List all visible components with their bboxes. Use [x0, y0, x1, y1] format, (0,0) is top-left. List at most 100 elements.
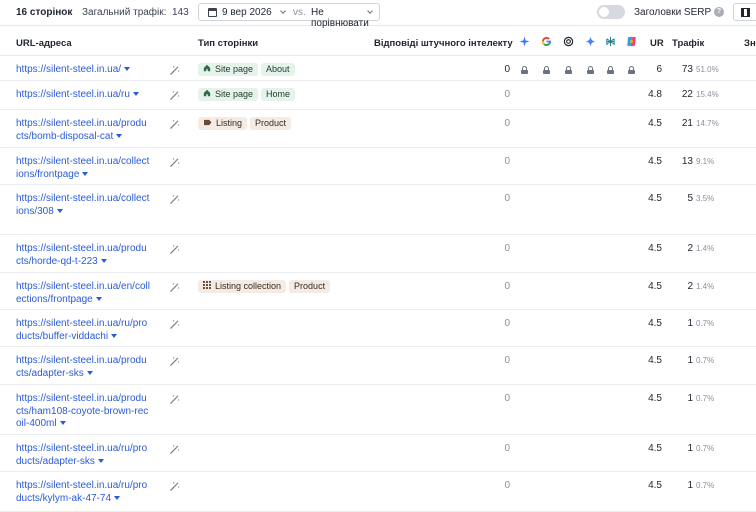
ai-answers-value: 0: [504, 89, 510, 100]
magic-wand-icon[interactable]: [169, 194, 180, 205]
url-link[interactable]: https://silent-steel.in.ua/ru/pro ducts/a…: [16, 443, 161, 468]
lock-icon[interactable]: [587, 66, 594, 74]
table-row: https://silent-steel.in.ua/ Site page Abo…: [0, 56, 756, 81]
ur-value: 4.8: [648, 89, 662, 100]
col-next-header[interactable]: Зн: [744, 38, 756, 49]
columns-button[interactable]: [733, 3, 756, 21]
ur-value: 4.5: [648, 243, 662, 254]
page-type-tag: Listing: [198, 117, 248, 130]
google-icon: [541, 36, 552, 47]
traffic-percent: 0.7%: [696, 394, 715, 403]
magic-wand-icon[interactable]: [169, 356, 180, 367]
table-header: URL-адреса Тип сторінки Відповіді штучно…: [0, 26, 756, 56]
ai-answers-value: 0: [504, 318, 510, 329]
chevron-down-icon[interactable]: [124, 67, 131, 71]
col-ur-header[interactable]: UR: [650, 38, 664, 49]
traffic-percent: 0.7%: [696, 356, 715, 365]
chevron-down-icon[interactable]: [111, 333, 118, 338]
date-picker-button[interactable]: 9 вер 2026 vs. Не порівнювати: [198, 3, 380, 29]
ur-value: 4.5: [648, 118, 662, 129]
traffic-value: 22: [681, 89, 693, 100]
traffic-percent: 9.1%: [696, 157, 715, 166]
magic-wand-icon[interactable]: [169, 244, 180, 255]
ai-answers-value: 0: [504, 443, 510, 454]
col-url-header[interactable]: URL-адреса: [16, 38, 72, 49]
ur-value: 4.5: [648, 355, 662, 366]
table-row: https://silent-steel.in.ua/produ cts/bomb…: [0, 110, 756, 148]
table-row: https://silent-steel.in.ua/collect ions/3…: [0, 185, 756, 235]
traffic-percent: 3.5%: [696, 194, 715, 203]
page-type-label: Site page: [215, 64, 254, 74]
col-traffic-header[interactable]: Трафік: [672, 38, 704, 49]
traffic-value: 21: [681, 118, 693, 129]
magic-wand-icon[interactable]: [169, 319, 180, 330]
page-type-tag: Site page: [198, 63, 259, 76]
chevron-down-icon[interactable]: [114, 495, 121, 500]
chevron-down-icon[interactable]: [86, 370, 93, 375]
ur-value: 4.5: [648, 443, 662, 454]
magic-wand-icon[interactable]: [169, 90, 180, 101]
lock-icon[interactable]: [521, 66, 528, 74]
url-link[interactable]: https://silent-steel.in.ua/ru/pro ducts/k…: [16, 480, 161, 505]
chevron-down-icon[interactable]: [56, 208, 63, 213]
chevron-down-icon[interactable]: [82, 171, 89, 176]
ai-answers-value: 0: [504, 281, 510, 292]
lock-icon[interactable]: [543, 66, 550, 74]
page-count: 16 сторінок: [16, 7, 73, 18]
url-link[interactable]: https://silent-steel.in.ua/collect ions/f…: [16, 156, 161, 181]
magic-wand-icon[interactable]: [169, 65, 180, 76]
columns-icon: [741, 8, 750, 17]
table-row: https://silent-steel.in.ua/ru/pro ducts/k…: [0, 472, 756, 512]
chevron-down-icon[interactable]: [116, 133, 123, 138]
chevron-down-icon[interactable]: [59, 421, 66, 425]
serp-titles-toggle[interactable]: [597, 5, 625, 19]
page-subtype-tag: About: [261, 63, 295, 76]
col-page-type-header[interactable]: Тип сторінки: [198, 38, 258, 49]
lock-icon[interactable]: [565, 66, 572, 74]
traffic-value: 1: [687, 443, 693, 454]
ur-value: 4.5: [648, 156, 662, 167]
col-ai-header[interactable]: Відповіді штучного інтелекту: [374, 38, 513, 49]
magic-wand-icon[interactable]: [169, 481, 180, 492]
magic-wand-icon[interactable]: [169, 157, 180, 168]
ai-answers-value: 0: [504, 193, 510, 204]
help-icon[interactable]: ?: [714, 7, 724, 17]
traffic-percent: 14.7%: [696, 119, 719, 128]
magic-wand-icon[interactable]: [169, 444, 180, 455]
url-link[interactable]: https://silent-steel.in.ua/ru: [16, 89, 161, 102]
chevron-down-icon[interactable]: [100, 258, 107, 263]
chevron-down-icon: [280, 8, 286, 14]
home-icon: [203, 63, 211, 76]
url-link[interactable]: https://silent-steel.in.ua/produ cts/bomb…: [16, 118, 161, 143]
chevron-down-icon[interactable]: [97, 458, 104, 463]
url-link[interactable]: https://silent-steel.in.ua/: [16, 64, 161, 77]
total-traffic-value: 143: [172, 7, 189, 18]
ai-answers-value: 0: [504, 355, 510, 366]
page-type-tags: Listing Product: [198, 117, 292, 130]
ai-answers-value: 0: [504, 480, 510, 491]
url-link[interactable]: https://silent-steel.in.ua/en/coll ection…: [16, 281, 161, 306]
perplexity-icon: [606, 36, 615, 47]
lock-icon[interactable]: [628, 66, 635, 74]
traffic-value: 1: [687, 318, 693, 329]
calendar-icon: [208, 8, 217, 17]
ai-answers-value: 0: [504, 243, 510, 254]
chevron-down-icon[interactable]: [95, 296, 102, 301]
date-value: 9 вер 2026: [222, 7, 272, 18]
traffic-percent: 1.4%: [696, 244, 715, 253]
url-link[interactable]: https://silent-steel.in.ua/ru/pro ducts/b…: [16, 318, 161, 343]
magic-wand-icon[interactable]: [169, 282, 180, 293]
lock-icon[interactable]: [607, 66, 614, 74]
traffic-percent: 15.4%: [696, 90, 719, 99]
magic-wand-icon[interactable]: [169, 394, 180, 405]
traffic-percent: 0.7%: [696, 319, 715, 328]
url-link[interactable]: https://silent-steel.in.ua/produ cts/adap…: [16, 355, 161, 380]
magic-wand-icon[interactable]: [169, 119, 180, 130]
chevron-down-icon[interactable]: [132, 92, 139, 96]
url-link[interactable]: https://silent-steel.in.ua/produ cts/hord…: [16, 243, 161, 268]
page-type-label: Site page: [215, 89, 254, 99]
ai-answers-value: 0: [504, 156, 510, 167]
traffic-value: 5: [687, 193, 693, 204]
url-link[interactable]: https://silent-steel.in.ua/collect ions/3…: [16, 193, 161, 218]
url-link[interactable]: https://silent-steel.in.ua/produ cts/ham1…: [16, 393, 161, 431]
